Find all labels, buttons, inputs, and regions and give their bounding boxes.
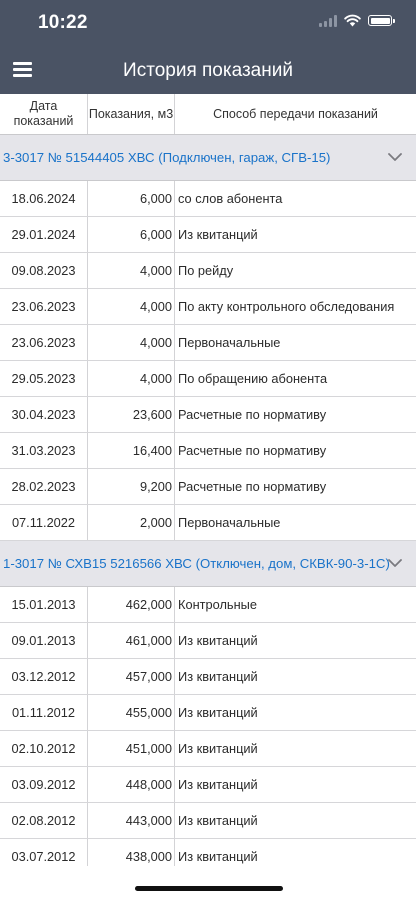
table-row: 03.09.2012 448,000 Из квитанций	[0, 767, 416, 803]
page-title: История показаний	[123, 60, 293, 81]
row-reading: 16,400	[88, 433, 175, 468]
row-date: 03.07.2012	[0, 839, 88, 866]
table-row: 28.02.2023 9,200 Расчетные по нормативу	[0, 469, 416, 505]
row-reading: 23,600	[88, 397, 175, 432]
row-reading: 462,000	[88, 587, 175, 622]
row-date: 03.12.2012	[0, 659, 88, 694]
table-row: 02.10.2012 451,000 Из квитанций	[0, 731, 416, 767]
table-row: 15.01.2013 462,000 Контрольные	[0, 587, 416, 623]
table-row: 23.06.2023 4,000 Первоначальные	[0, 325, 416, 361]
table-row: 29.01.2024 6,000 Из квитанций	[0, 217, 416, 253]
row-date: 02.08.2012	[0, 803, 88, 838]
column-header-method: Способ передачи показаний	[213, 106, 378, 121]
table-row: 30.04.2023 23,600 Расчетные по нормативу	[0, 397, 416, 433]
row-date: 28.02.2023	[0, 469, 88, 504]
row-reading: 455,000	[88, 695, 175, 730]
table-header: Дата показаний Показания, м3 Способ пере…	[0, 94, 416, 135]
row-method: Расчетные по нормативу	[178, 479, 327, 494]
row-method: Первоначальные	[178, 335, 281, 350]
row-date: 09.01.2013	[0, 623, 88, 658]
status-time: 10:22	[38, 12, 88, 33]
row-method: По рейду	[178, 263, 234, 278]
meter-group-header[interactable]: 1-3017 № СХВ15 5216566 ХВС (Отключен, до…	[0, 541, 416, 587]
table-row: 09.01.2013 461,000 Из квитанций	[0, 623, 416, 659]
meter-group-label: 3-3017 № 51544405 ХВС (Подключен, гараж,…	[3, 150, 331, 165]
row-reading: 443,000	[88, 803, 175, 838]
table-row: 03.12.2012 457,000 Из квитанций	[0, 659, 416, 695]
row-method: Из квитанций	[178, 777, 258, 792]
row-reading: 457,000	[88, 659, 175, 694]
row-method: Из квитанций	[178, 849, 258, 864]
table-row: 01.11.2012 455,000 Из квитанций	[0, 695, 416, 731]
chevron-down-icon[interactable]	[388, 556, 402, 570]
row-date: 31.03.2023	[0, 433, 88, 468]
row-date: 02.10.2012	[0, 731, 88, 766]
table-row: 07.11.2022 2,000 Первоначальные	[0, 505, 416, 541]
row-date: 29.01.2024	[0, 217, 88, 252]
row-reading: 6,000	[88, 217, 175, 252]
row-reading: 6,000	[88, 181, 175, 216]
row-method: Первоначальные	[178, 515, 281, 530]
table-row: 02.08.2012 443,000 Из квитанций	[0, 803, 416, 839]
row-date: 07.11.2022	[0, 505, 88, 540]
row-method: По обращению абонента	[178, 371, 328, 386]
row-date: 09.08.2023	[0, 253, 88, 288]
row-method: со слов абонента	[178, 191, 283, 206]
row-reading: 461,000	[88, 623, 175, 658]
table-row: 23.06.2023 4,000 По акту контрольного обсл…	[0, 289, 416, 325]
row-reading: 9,200	[88, 469, 175, 504]
row-method: Контрольные	[178, 597, 257, 612]
row-method: Из квитанций	[178, 741, 258, 756]
table-row: 09.08.2023 4,000 По рейду	[0, 253, 416, 289]
row-reading: 438,000	[88, 839, 175, 866]
row-method: Из квитанций	[178, 669, 258, 684]
row-reading: 451,000	[88, 731, 175, 766]
row-date: 23.06.2023	[0, 289, 88, 324]
meter-group-label: 1-3017 № СХВ15 5216566 ХВС (Отключен, до…	[3, 556, 390, 571]
wifi-icon	[344, 14, 361, 27]
row-date: 30.04.2023	[0, 397, 88, 432]
row-date: 18.06.2024	[0, 181, 88, 216]
battery-icon	[368, 15, 395, 26]
row-date: 01.11.2012	[0, 695, 88, 730]
row-reading: 4,000	[88, 253, 175, 288]
row-reading: 448,000	[88, 767, 175, 802]
column-header-date: Дата показаний	[0, 94, 88, 134]
table-row: 29.05.2023 4,000 По обращению абонента	[0, 361, 416, 397]
readings-history-table: Дата показаний Показания, м3 Способ пере…	[0, 94, 416, 866]
row-reading: 2,000	[88, 505, 175, 540]
row-method: Из квитанций	[178, 227, 258, 242]
row-date: 29.05.2023	[0, 361, 88, 396]
app-header: 10:22 История показаний	[0, 0, 416, 94]
cellular-signal-icon	[319, 14, 337, 27]
table-row: 03.07.2012 438,000 Из квитанций	[0, 839, 416, 866]
table-row: 31.03.2023 16,400 Расчетные по нормативу	[0, 433, 416, 469]
row-method: Расчетные по нормативу	[178, 407, 327, 422]
chevron-down-icon[interactable]	[388, 150, 402, 164]
row-method: Из квитанций	[178, 705, 258, 720]
row-reading: 4,000	[88, 289, 175, 324]
row-method: По акту контрольного обследования	[178, 299, 395, 314]
row-method: Из квитанций	[178, 633, 258, 648]
row-method: Из квитанций	[178, 813, 258, 828]
row-date: 23.06.2023	[0, 325, 88, 360]
status-icons	[319, 14, 395, 27]
table-row: 18.06.2024 6,000 со слов абонента	[0, 181, 416, 217]
row-date: 03.09.2012	[0, 767, 88, 802]
home-indicator[interactable]	[135, 886, 283, 891]
row-date: 15.01.2013	[0, 587, 88, 622]
row-reading: 4,000	[88, 325, 175, 360]
row-reading: 4,000	[88, 361, 175, 396]
meter-group-header[interactable]: 3-3017 № 51544405 ХВС (Подключен, гараж,…	[0, 135, 416, 181]
column-header-reading: Показания, м3	[88, 94, 175, 134]
bottom-safe-area	[0, 866, 416, 900]
row-method: Расчетные по нормативу	[178, 443, 327, 458]
